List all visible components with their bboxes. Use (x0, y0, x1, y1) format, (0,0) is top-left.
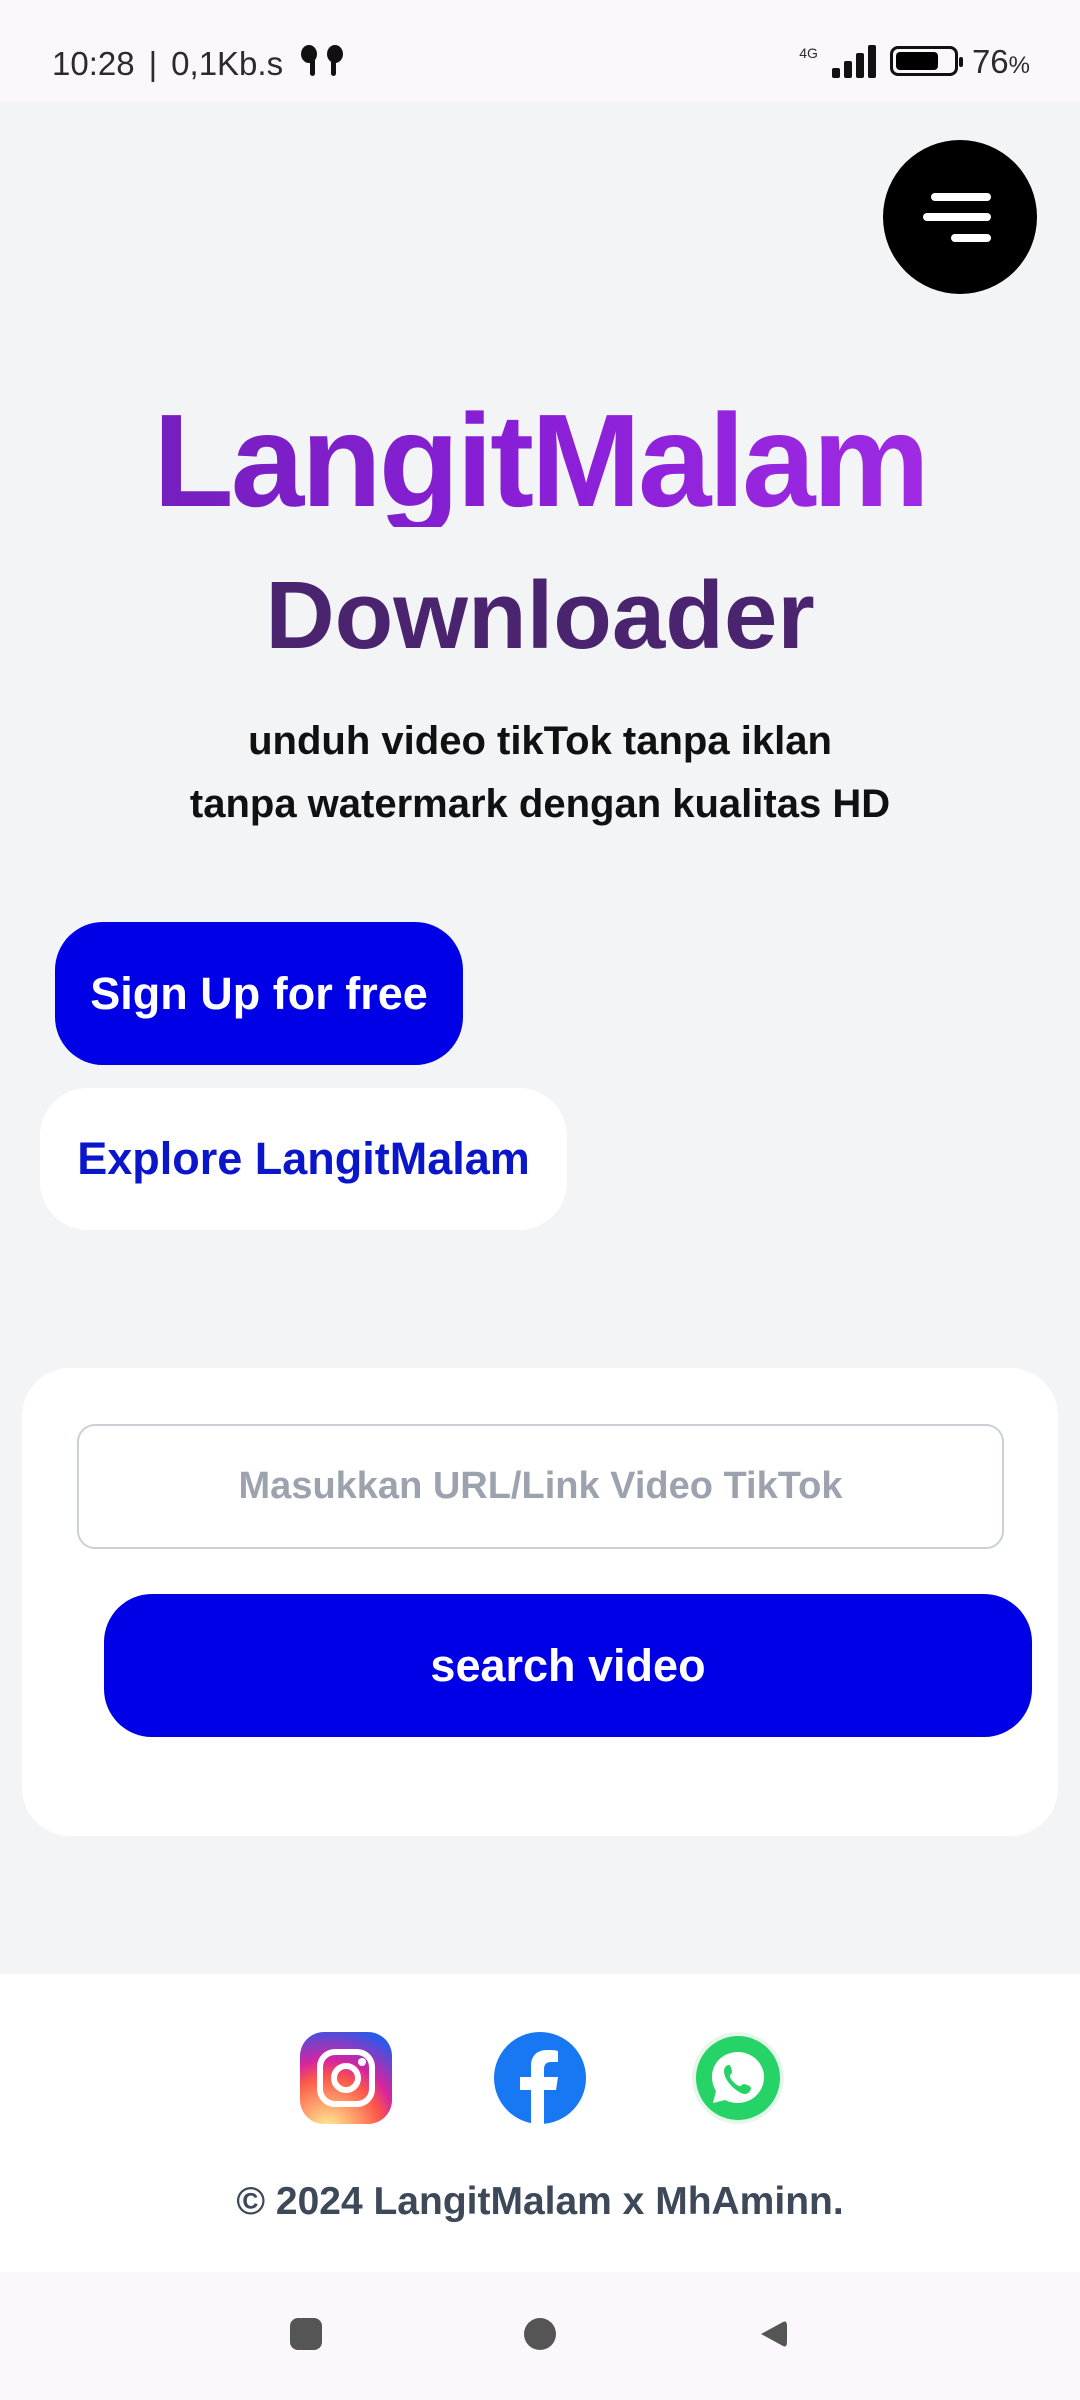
status-bar: 10:28 | 0,1Kb.s 4G 76% (0, 0, 1080, 102)
battery-icon (889, 46, 963, 76)
battery-value: 76 (971, 42, 1009, 80)
search-video-button[interactable]: search video (104, 1594, 1032, 1737)
network-type: 4G (799, 45, 818, 61)
status-left: 10:28 | 0,1Kb.s (52, 44, 349, 83)
page-title: LangitMalam (0, 395, 1080, 527)
back-button[interactable] (757, 2318, 789, 2350)
tagline-line1: unduh video tikTok tanpa iklan (248, 719, 832, 763)
instagram-icon[interactable] (300, 2032, 392, 2124)
home-button[interactable] (524, 2318, 556, 2350)
explore-button[interactable]: Explore LangitMalam (40, 1088, 567, 1230)
signal-icon (831, 44, 876, 78)
status-speed: 0,1Kb.s (171, 45, 284, 82)
page-subtitle: Downloader (265, 562, 815, 669)
battery-fill (895, 52, 939, 70)
status-time: 10:28 (52, 45, 135, 82)
footer: © 2024 LangitMalam x MhAminn. (0, 1974, 1080, 2274)
system-nav-bar (0, 2272, 1080, 2400)
whatsapp-icon[interactable] (692, 2032, 784, 2124)
tagline-line2: tanpa watermark dengan kualitas HD (189, 782, 891, 826)
battery-unit: % (1008, 51, 1030, 79)
signup-button[interactable]: Sign Up for free (55, 922, 463, 1065)
status-separator: | (148, 45, 158, 82)
battery-percent: 76% (972, 45, 1030, 78)
status-right: 4G 76% (799, 44, 1030, 78)
search-card: search video (22, 1368, 1058, 1836)
facebook-icon[interactable] (494, 2032, 586, 2124)
copyright-text: © 2024 LangitMalam x MhAminn. (236, 2180, 844, 2223)
earbuds-icon (297, 44, 349, 83)
menu-button[interactable] (883, 140, 1037, 294)
url-input[interactable] (77, 1424, 1004, 1549)
recent-apps-button[interactable] (290, 2318, 322, 2350)
